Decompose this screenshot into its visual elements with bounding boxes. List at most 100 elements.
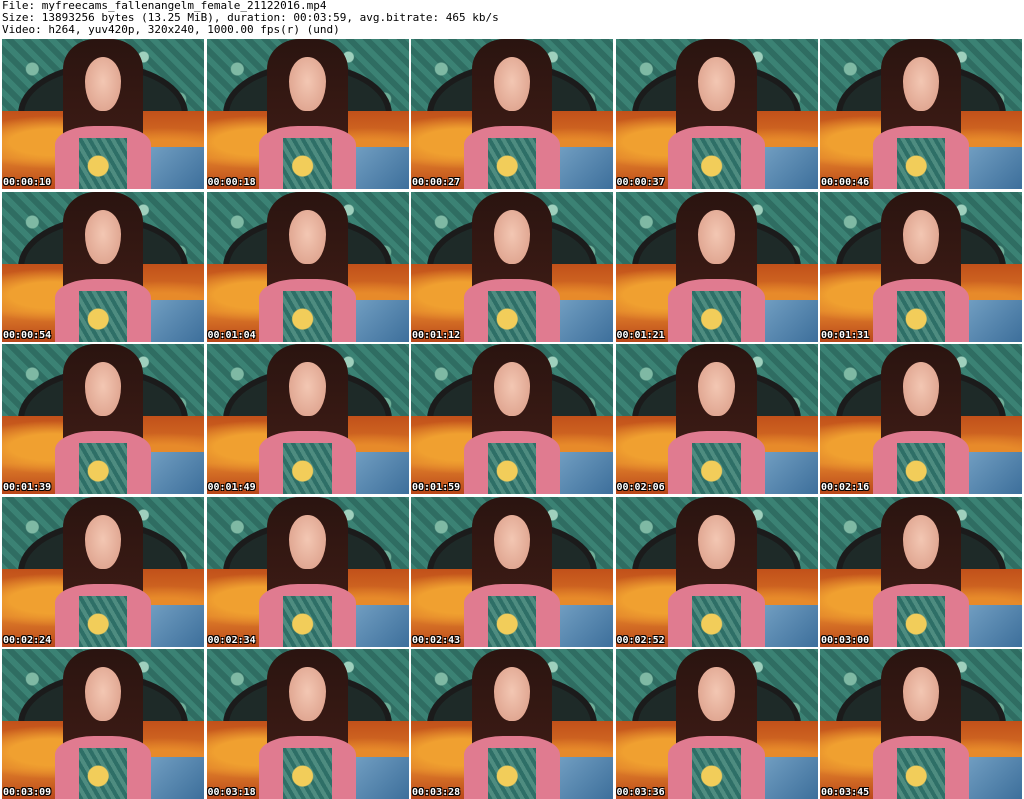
video-thumbnail: 00:01:59 [411, 344, 613, 494]
video-thumbnail: 00:00:27 [411, 39, 613, 189]
video-thumbnail: 00:01:49 [206, 344, 409, 494]
thumbnail-face [84, 209, 122, 264]
video-thumbnail: 00:02:43 [411, 496, 613, 647]
video-thumbnail: 00:02:24 [2, 496, 204, 647]
thumbnail-shirt [692, 290, 741, 342]
thumbnail-shirt [78, 443, 128, 494]
thumbnail-shirt [283, 290, 332, 342]
thumbnail-face [698, 514, 735, 569]
thumbnail-timestamp: 00:01:39 [3, 482, 52, 493]
video-thumbnail: 00:01:39 [2, 344, 204, 494]
thumbnail-timestamp: 00:01:59 [412, 482, 461, 493]
file-info-header: File: myfreecams_fallenangelm_female_211… [2, 0, 1022, 37]
thumbnail-shirt [487, 443, 537, 494]
thumbnail-timestamp: 00:01:04 [207, 329, 256, 341]
thumbnail-face [698, 209, 735, 264]
thumbnail-timestamp: 00:00:46 [821, 177, 870, 188]
thumbnail-shirt [78, 595, 128, 647]
video-info-line: Video: h264, yuv420p, 320x240, 1000.00 f… [2, 23, 340, 36]
thumbnail-face [902, 514, 940, 569]
video-thumbnail: 00:00:46 [820, 39, 1022, 189]
thumbnail-shirt [896, 595, 946, 647]
thumbnail-face [289, 362, 326, 416]
thumbnail-face [902, 667, 940, 721]
thumbnail-shirt [896, 748, 946, 799]
thumbnail-shirt [692, 138, 741, 189]
thumbnail-timestamp: 00:03:36 [616, 787, 665, 798]
video-thumbnail: 00:00:37 [615, 39, 818, 189]
thumbnail-timestamp: 00:01:12 [412, 329, 461, 341]
thumbnail-face [84, 362, 122, 416]
thumbnail-face [493, 209, 531, 264]
video-thumbnail: 00:03:18 [206, 649, 409, 799]
video-thumbnail: 00:03:28 [411, 649, 613, 799]
thumbnail-timestamp: 00:02:34 [207, 634, 256, 646]
video-thumbnail: 00:03:00 [820, 496, 1022, 647]
thumbnail-shirt [283, 748, 332, 799]
thumbnail-face [698, 667, 735, 721]
video-thumbnail: 00:00:10 [2, 39, 204, 189]
thumbnail-shirt [896, 290, 946, 342]
thumbnail-face [493, 667, 531, 721]
thumbnail-timestamp: 00:03:00 [821, 634, 870, 646]
thumbnail-shirt [78, 290, 128, 342]
thumbnail-shirt [896, 443, 946, 494]
thumbnail-timestamp: 00:01:21 [616, 329, 665, 341]
thumbnail-timestamp: 00:01:31 [821, 329, 870, 341]
video-thumbnail: 00:03:36 [615, 649, 818, 799]
video-thumbnail: 00:02:52 [615, 496, 818, 647]
thumbnail-shirt [692, 595, 741, 647]
video-thumbnail: 00:00:18 [206, 39, 409, 189]
thumbnail-timestamp: 00:00:54 [3, 329, 52, 341]
thumbnail-shirt [487, 290, 537, 342]
thumbnail-shirt [692, 443, 741, 494]
thumbnail-face [493, 514, 531, 569]
thumbnail-face [902, 362, 940, 416]
thumbnail-shirt [283, 138, 332, 189]
thumbnail-face [84, 667, 122, 721]
thumbnail-shirt [487, 748, 537, 799]
video-thumbnail: 00:03:09 [2, 649, 204, 799]
thumbnail-timestamp: 00:03:28 [412, 787, 461, 798]
thumbnail-shirt [896, 138, 946, 189]
thumbnail-shirt [692, 748, 741, 799]
video-thumbnail: 00:01:31 [820, 191, 1022, 342]
thumbnail-shirt [283, 443, 332, 494]
thumbnail-timestamp: 00:03:09 [3, 787, 52, 798]
thumbnail-face [902, 57, 940, 111]
video-thumbnail: 00:01:21 [615, 191, 818, 342]
thumbnail-face [289, 57, 326, 111]
thumbnail-shirt [283, 595, 332, 647]
thumbnail-shirt [487, 138, 537, 189]
video-thumbnail: 00:02:34 [206, 496, 409, 647]
thumbnail-grid: 00:00:10 00:00:18 00:00:27 00:00:37 00:00:46… [2, 39, 1022, 799]
video-thumbnail: 00:00:54 [2, 191, 204, 342]
thumbnail-timestamp: 00:02:06 [616, 482, 665, 493]
thumbnail-face [698, 362, 735, 416]
thumbnail-face [902, 209, 940, 264]
thumbnail-timestamp: 00:02:52 [616, 634, 665, 646]
thumbnail-timestamp: 00:00:27 [412, 177, 461, 188]
thumbnail-face [289, 209, 326, 264]
thumbnail-shirt [78, 138, 128, 189]
thumbnail-shirt [487, 595, 537, 647]
thumbnail-timestamp: 00:00:37 [616, 177, 665, 188]
thumbnail-timestamp: 00:02:43 [412, 634, 461, 646]
video-thumbnail: 00:02:16 [820, 344, 1022, 494]
video-thumbnail: 00:02:06 [615, 344, 818, 494]
video-thumbnail: 00:01:04 [206, 191, 409, 342]
thumbnail-shirt [78, 748, 128, 799]
video-thumbnail: 00:03:45 [820, 649, 1022, 799]
thumbnail-face [698, 57, 735, 111]
thumbnail-face [493, 362, 531, 416]
thumbnail-face [84, 514, 122, 569]
thumbnail-timestamp: 00:03:18 [207, 787, 256, 798]
thumbnail-timestamp: 00:00:10 [3, 177, 52, 188]
thumbnail-face [84, 57, 122, 111]
video-thumbnail: 00:01:12 [411, 191, 613, 342]
thumbnail-face [289, 514, 326, 569]
thumbnail-face [289, 667, 326, 721]
thumbnail-timestamp: 00:03:45 [821, 787, 870, 798]
thumbnail-face [493, 57, 531, 111]
thumbnail-timestamp: 00:02:16 [821, 482, 870, 493]
